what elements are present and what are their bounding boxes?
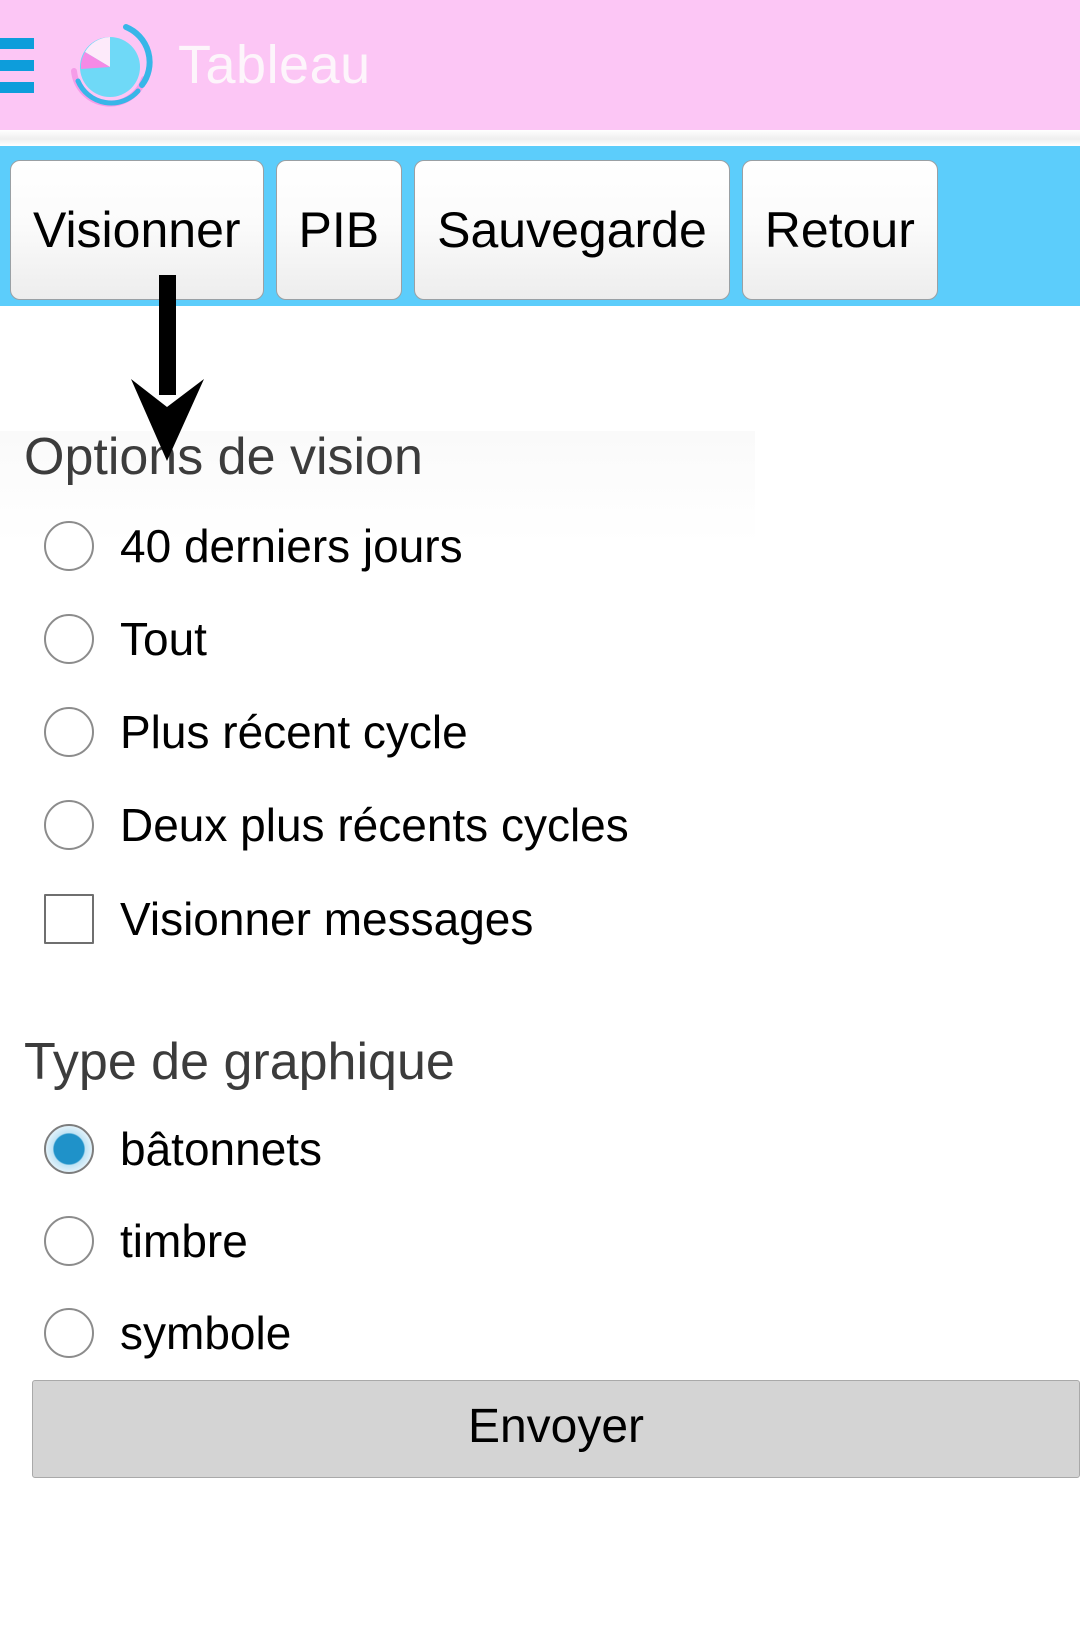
- vision-options-legend: Options de vision: [24, 428, 423, 486]
- hamburger-menu-icon[interactable]: [0, 37, 46, 93]
- tab-retour[interactable]: Retour: [741, 160, 938, 300]
- option-deux-plus-recents-cycles[interactable]: Deux plus récents cycles: [0, 800, 1080, 850]
- hamburger-bar-2: [0, 59, 34, 71]
- option-label: Plus récent cycle: [120, 706, 468, 758]
- option-batonnets[interactable]: bâtonnets: [0, 1124, 1080, 1174]
- content-top-spacer: [0, 306, 1080, 431]
- vision-options-fieldset: Options de vision 40 derniers jours Tout…: [0, 431, 1080, 944]
- pie-chart-logo-icon: [64, 19, 156, 111]
- envoyer-button[interactable]: Envoyer: [32, 1380, 1080, 1478]
- option-label: Visionner messages: [120, 893, 534, 945]
- chart-type-legend: Type de graphique: [24, 1033, 455, 1091]
- app-header: Tableau: [0, 0, 1080, 130]
- tab-sauvegarde[interactable]: Sauvegarde: [414, 160, 730, 300]
- option-label: Tout: [120, 613, 207, 665]
- main-content: Options de vision 40 derniers jours Tout…: [0, 306, 1080, 1478]
- option-visionner-messages[interactable]: Visionner messages: [0, 894, 1080, 944]
- radio-symbole[interactable]: [44, 1308, 94, 1358]
- hamburger-bar-1: [0, 37, 34, 49]
- option-label: Deux plus récents cycles: [120, 799, 629, 851]
- radio-40-derniers-jours[interactable]: [44, 521, 94, 571]
- radio-timbre[interactable]: [44, 1216, 94, 1266]
- submit-row: Envoyer: [0, 1358, 1080, 1478]
- chart-type-fieldset: Type de graphique bâtonnets timbre symbo…: [0, 1036, 1080, 1478]
- radio-plus-recent-cycle[interactable]: [44, 707, 94, 757]
- option-tout[interactable]: Tout: [0, 614, 1080, 664]
- option-label: symbole: [120, 1307, 292, 1359]
- tab-visionner[interactable]: Visionner: [10, 160, 264, 300]
- option-40-derniers-jours[interactable]: 40 derniers jours: [0, 521, 1080, 571]
- option-symbole[interactable]: symbole: [0, 1308, 1080, 1358]
- tab-bar: Visionner PIB Sauvegarde Retour: [0, 146, 1080, 306]
- app-title: Tableau: [178, 35, 371, 95]
- option-label: bâtonnets: [120, 1123, 323, 1175]
- option-timbre[interactable]: timbre: [0, 1216, 1080, 1266]
- option-label: timbre: [120, 1215, 248, 1267]
- option-plus-recent-cycle[interactable]: Plus récent cycle: [0, 707, 1080, 757]
- radio-deux-plus-recents-cycles[interactable]: [44, 800, 94, 850]
- tab-pib[interactable]: PIB: [275, 160, 403, 300]
- option-label: 40 derniers jours: [120, 520, 463, 572]
- header-divider-strip: [0, 130, 1080, 146]
- checkbox-visionner-messages[interactable]: [44, 894, 94, 944]
- hamburger-bar-3: [0, 81, 34, 93]
- radio-batonnets[interactable]: [44, 1124, 94, 1174]
- radio-tout[interactable]: [44, 614, 94, 664]
